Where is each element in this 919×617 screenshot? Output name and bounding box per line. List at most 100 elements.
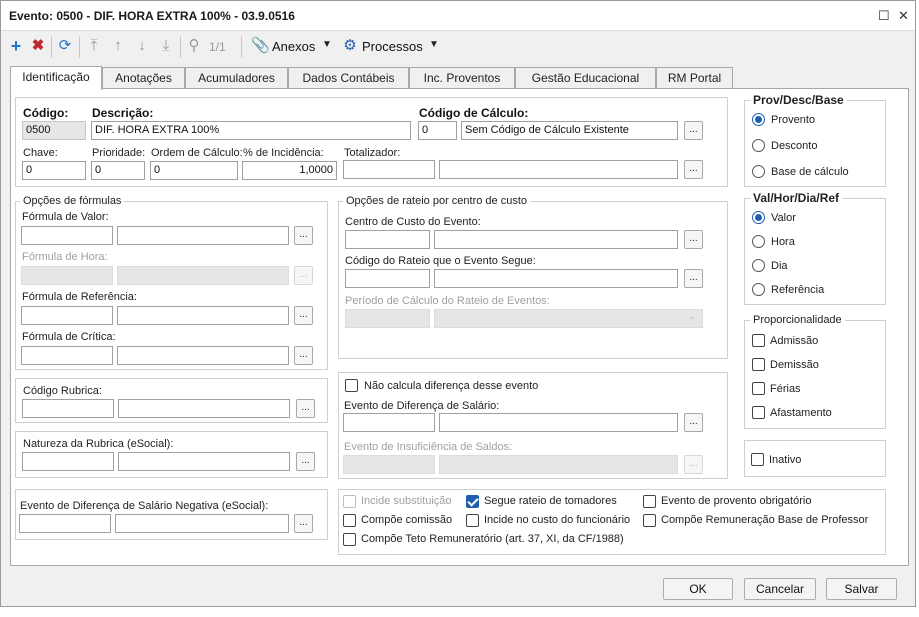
processos-menu[interactable]: Processos	[362, 39, 423, 54]
formula-hora-desc	[117, 266, 289, 285]
segue-rateio-checkbox[interactable]	[466, 495, 479, 508]
centro-custo-code[interactable]	[345, 230, 430, 249]
ok-button[interactable]: OK	[663, 578, 733, 600]
diferenca-negativa-code[interactable]	[19, 514, 111, 533]
ferias-checkbox[interactable]	[752, 382, 765, 395]
evento-diferenca-lookup-button[interactable]: ...	[684, 413, 703, 432]
periodo-calculo-label: Período de Cálculo do Rateio de Eventos:	[345, 295, 550, 307]
natureza-rubrica-lookup-button[interactable]: ...	[296, 452, 315, 471]
previous-record-icon[interactable]: ↑	[109, 37, 127, 55]
incide-substituicao-checkbox[interactable]	[343, 495, 356, 508]
evento-diferenca-code[interactable]	[343, 413, 435, 432]
diferenca-negativa-lookup-button[interactable]: ...	[294, 514, 313, 533]
formula-referencia-lookup-button[interactable]: ...	[294, 306, 313, 325]
restore-icon[interactable]: ☐	[878, 8, 890, 24]
attachment-icon[interactable]: 📎	[251, 37, 270, 55]
radio-referencia[interactable]	[752, 283, 765, 296]
window-title: Evento: 0500 - DIF. HORA EXTRA 100% - 03…	[9, 9, 295, 23]
formula-valor-desc[interactable]	[117, 226, 289, 245]
tab-gestao-educacional[interactable]: Gestão Educacional	[515, 67, 656, 89]
radio-dia[interactable]	[752, 259, 765, 272]
save-button[interactable]: Salvar	[826, 578, 897, 600]
demissao-checkbox[interactable]	[752, 358, 765, 371]
next-record-icon[interactable]: ↓	[133, 37, 151, 55]
radio-provento[interactable]	[752, 113, 765, 126]
codigo-field[interactable]: 0500	[22, 121, 86, 140]
first-record-icon[interactable]: ⤒	[85, 37, 103, 55]
tab-identificacao[interactable]: Identificação	[10, 66, 102, 90]
compoe-comissao-checkbox[interactable]	[343, 514, 356, 527]
tab-rm-portal[interactable]: RM Portal	[656, 67, 733, 89]
codigo-rateio-lookup-button[interactable]: ...	[684, 269, 703, 288]
delete-icon[interactable]: ✖	[29, 37, 47, 55]
add-icon[interactable]: +	[7, 37, 25, 55]
ordem-calculo-field[interactable]: 0	[150, 161, 238, 180]
tab-anotacoes[interactable]: Anotações	[102, 67, 185, 89]
refresh-icon[interactable]: ⟳	[56, 37, 74, 55]
descricao-field[interactable]: DIF. HORA EXTRA 100%	[91, 121, 411, 140]
chevron-down-icon[interactable]: ▼	[322, 39, 332, 50]
codigo-calculo-lookup-button[interactable]: ...	[684, 121, 703, 140]
totalizador-lookup-button[interactable]: ...	[684, 160, 703, 179]
natureza-rubrica-code[interactable]	[22, 452, 114, 471]
totalizador-code-field[interactable]	[343, 160, 435, 179]
codigo-rubrica-label: Código Rubrica:	[23, 385, 102, 397]
diferenca-negativa-desc[interactable]	[115, 514, 289, 533]
close-icon[interactable]: ✕	[898, 8, 909, 24]
codigo-rubrica-lookup-button[interactable]: ...	[296, 399, 315, 418]
periodo-calculo-select	[434, 309, 703, 328]
evento-insuficiencia-label: Evento de Insuficiência de Saldos:	[344, 441, 513, 453]
formula-critica-desc[interactable]	[117, 346, 289, 365]
search-icon[interactable]: ⚲	[185, 37, 203, 55]
chave-label: Chave:	[23, 147, 58, 159]
chevron-down-icon[interactable]: ▼	[429, 39, 439, 50]
formula-critica-label: Fórmula de Crítica:	[22, 331, 116, 343]
formula-referencia-desc[interactable]	[117, 306, 289, 325]
chave-field[interactable]: 0	[22, 161, 86, 180]
radio-base-calculo[interactable]	[752, 165, 765, 178]
formula-referencia-code[interactable]	[21, 306, 113, 325]
tab-inc-proventos[interactable]: Inc. Proventos	[409, 67, 515, 89]
evento-insuficiencia-code	[343, 455, 435, 474]
nao-calcula-checkbox[interactable]	[345, 379, 358, 392]
periodo-calculo-code	[345, 309, 430, 328]
codigo-rateio-code[interactable]	[345, 269, 430, 288]
codigo-calculo-field[interactable]: 0	[418, 121, 457, 140]
cancel-button[interactable]: Cancelar	[744, 578, 816, 600]
tab-acumuladores[interactable]: Acumuladores	[185, 67, 288, 89]
formula-hora-label: Fórmula de Hora:	[22, 251, 108, 263]
evento-diferenca-desc[interactable]	[439, 413, 678, 432]
ordem-calculo-label: Ordem de Cálculo:	[151, 147, 243, 159]
totalizador-desc-field[interactable]	[439, 160, 678, 179]
formula-critica-code[interactable]	[21, 346, 113, 365]
centro-custo-lookup-button[interactable]: ...	[684, 230, 703, 249]
last-record-icon[interactable]: ⤓	[157, 37, 175, 55]
admissao-checkbox[interactable]	[752, 334, 765, 347]
prioridade-field[interactable]: 0	[91, 161, 145, 180]
incide-custo-checkbox[interactable]	[466, 514, 479, 527]
codigo-rateio-desc[interactable]	[434, 269, 678, 288]
formula-valor-code[interactable]	[21, 226, 113, 245]
radio-hora[interactable]	[752, 235, 765, 248]
compoe-remuneracao-checkbox[interactable]	[643, 514, 656, 527]
rateio-group-title: Opções de rateio por centro de custo	[343, 195, 530, 207]
codigo-calculo-desc[interactable]: Sem Código de Cálculo Existente	[461, 121, 678, 140]
inativo-checkbox[interactable]	[751, 453, 764, 466]
codigo-rubrica-code[interactable]	[22, 399, 114, 418]
radio-desconto[interactable]	[752, 139, 765, 152]
tab-dados-contabeis[interactable]: Dados Contábeis	[288, 67, 409, 89]
formula-critica-lookup-button[interactable]: ...	[294, 346, 313, 365]
centro-custo-desc[interactable]	[434, 230, 678, 249]
formula-hora-code	[21, 266, 113, 285]
provento-obrigatorio-checkbox[interactable]	[643, 495, 656, 508]
anexos-menu[interactable]: Anexos	[272, 39, 315, 54]
incidencia-field[interactable]: 1,0000	[242, 161, 337, 180]
natureza-rubrica-desc[interactable]	[118, 452, 290, 471]
gear-icon[interactable]: ⚙	[341, 37, 359, 55]
afastamento-checkbox[interactable]	[752, 406, 765, 419]
formula-valor-lookup-button[interactable]: ...	[294, 226, 313, 245]
compoe-teto-checkbox[interactable]	[343, 533, 356, 546]
descricao-label: Descrição:	[92, 106, 154, 120]
radio-valor[interactable]	[752, 211, 765, 224]
codigo-rubrica-desc[interactable]	[118, 399, 290, 418]
